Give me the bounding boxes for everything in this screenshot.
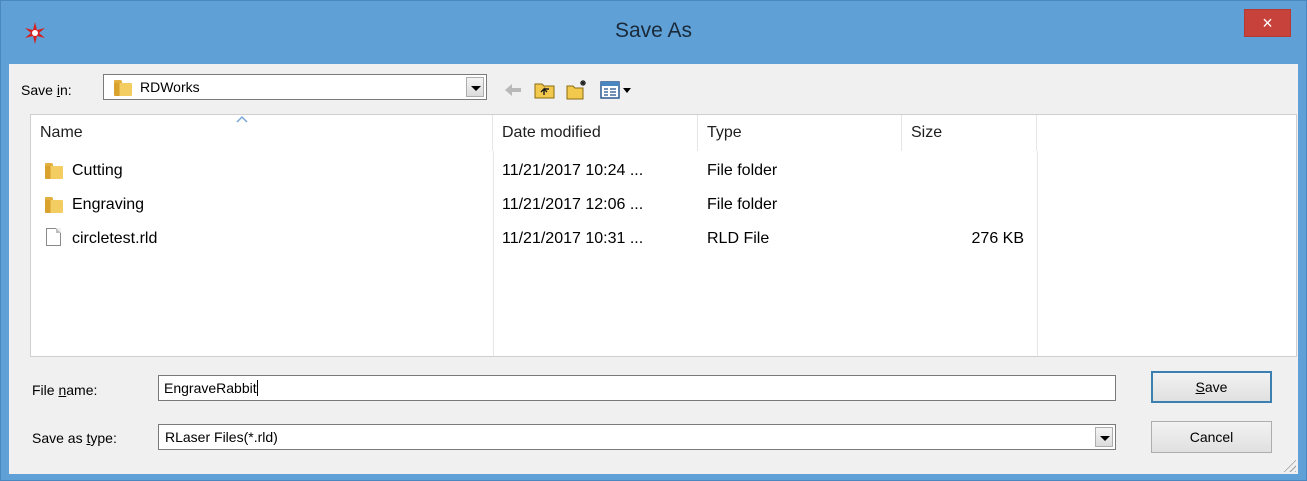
file-name-input[interactable]: EngraveRabbit: [158, 375, 1116, 401]
new-folder-icon[interactable]: [565, 79, 589, 101]
file-size: 276 KB: [971, 230, 1024, 247]
save-as-dialog: Save As × Save in: RDWorks Name Date mod…: [0, 0, 1307, 481]
column-header-name[interactable]: Name: [31, 115, 493, 151]
file-list[interactable]: Name Date modified Type Size Cutting 11/…: [30, 114, 1297, 357]
dialog-body: Save in: RDWorks Name Date modified Type…: [9, 64, 1298, 474]
save-as-type-dropdown[interactable]: RLaser Files(*.rld): [158, 424, 1116, 450]
save-in-location: RDWorks: [140, 79, 200, 95]
cancel-button[interactable]: Cancel: [1151, 421, 1272, 453]
chevron-down-icon[interactable]: [1095, 427, 1113, 447]
file-type: File folder: [707, 162, 778, 179]
view-menu-icon[interactable]: [599, 79, 633, 101]
folder-icon: [114, 80, 132, 96]
folder-icon: [45, 163, 63, 179]
save-in-dropdown[interactable]: RDWorks: [103, 74, 487, 100]
back-arrow-icon[interactable]: [501, 79, 525, 101]
column-header-size[interactable]: Size: [902, 115, 1037, 151]
file-date: 11/21/2017 10:24 ...: [502, 162, 644, 179]
close-button[interactable]: ×: [1244, 9, 1291, 37]
file-type: RLD File: [707, 230, 770, 247]
file-name-value: EngraveRabbit: [164, 380, 257, 396]
file-name: circletest.rld: [72, 230, 158, 247]
save-button[interactable]: Save: [1151, 371, 1272, 403]
save-in-label: Save in:: [21, 82, 72, 98]
sort-ascending-icon: [236, 115, 248, 123]
file-date: 11/21/2017 10:31 ...: [502, 230, 644, 247]
resize-grip[interactable]: [1282, 458, 1296, 472]
column-divider: [1037, 151, 1038, 356]
file-icon: [46, 228, 61, 246]
save-as-type-value: RLaser Files(*.rld): [165, 429, 278, 445]
title-bar[interactable]: Save As ×: [1, 1, 1306, 65]
column-divider: [493, 151, 494, 356]
chevron-down-icon[interactable]: [466, 77, 484, 97]
up-folder-icon[interactable]: [533, 79, 557, 101]
column-header-type[interactable]: Type: [698, 115, 902, 151]
column-header-date[interactable]: Date modified: [493, 115, 698, 151]
file-type: File folder: [707, 196, 778, 213]
file-name: Engraving: [72, 196, 145, 213]
file-name-label: File name:: [32, 382, 98, 398]
text-cursor: [256, 380, 258, 396]
file-name: Cutting: [72, 162, 123, 179]
window-title: Save As: [614, 19, 693, 42]
folder-icon: [45, 197, 63, 213]
file-date: 11/21/2017 12:06 ...: [502, 196, 644, 213]
save-as-type-label: Save as type:: [32, 430, 117, 446]
